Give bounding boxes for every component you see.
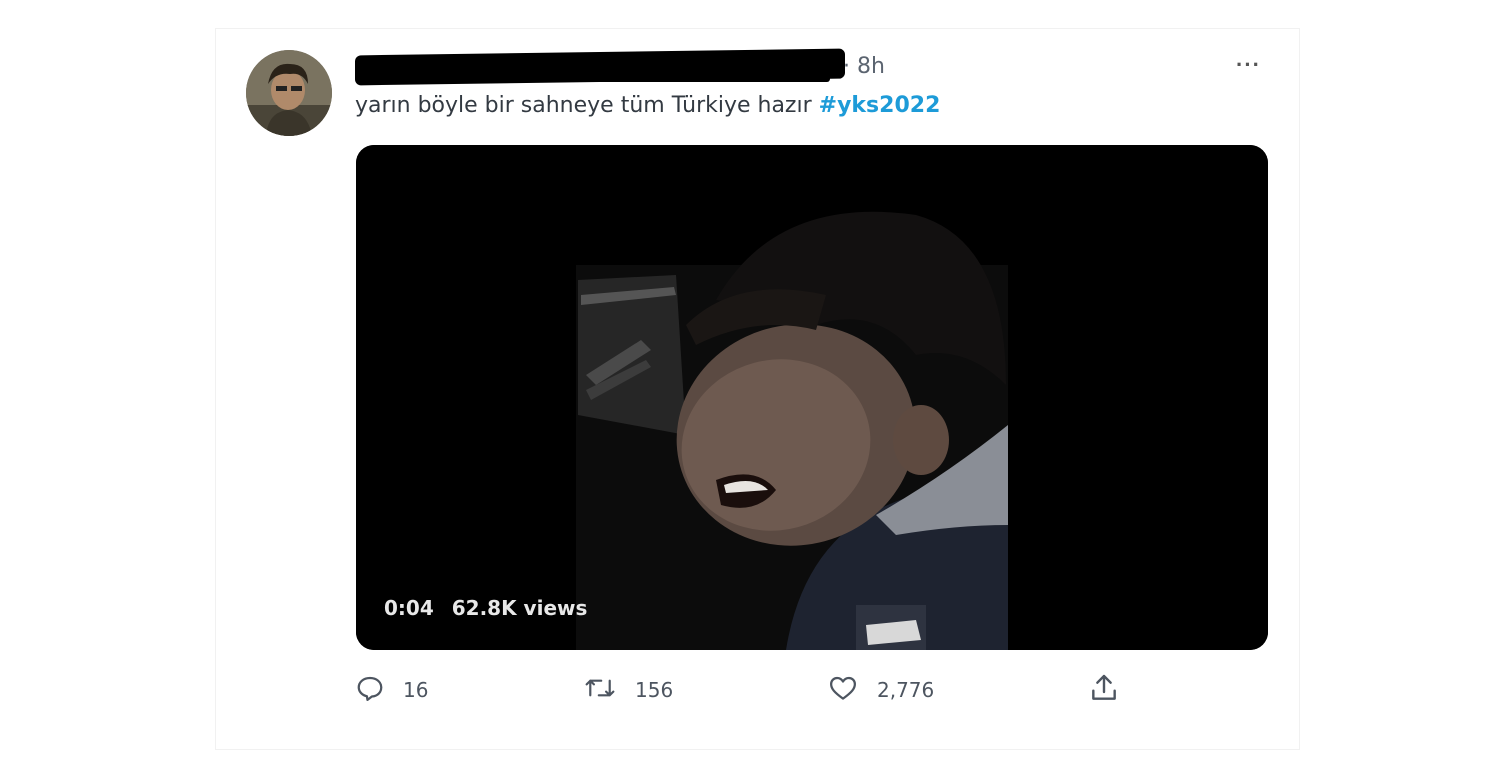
tweet-body: yarın böyle bir sahneye tüm Türkiye hazı…: [355, 93, 819, 118]
video-meta: 0:04 62.8K views: [384, 596, 587, 620]
retweet-icon: [583, 673, 617, 708]
video-views: 62.8K views: [451, 596, 588, 620]
avatar-image: [246, 50, 332, 136]
like-icon: [827, 673, 859, 708]
tweet-text: yarın böyle bir sahneye tüm Türkiye hazı…: [355, 93, 940, 118]
video-player[interactable]: 0:04 62.8K views: [356, 145, 1268, 650]
more-icon[interactable]: ···: [1236, 52, 1261, 78]
video-duration: 0:04: [384, 596, 434, 620]
video-frame: [356, 145, 1268, 650]
reply-button[interactable]: 16: [355, 672, 428, 708]
handle-redacted: [430, 58, 830, 82]
retweet-count: 156: [635, 678, 674, 702]
retweet-button[interactable]: 156: [583, 672, 673, 708]
reply-count: 16: [403, 678, 429, 702]
share-button[interactable]: [1088, 672, 1120, 708]
reply-icon: [355, 673, 385, 708]
hashtag-link[interactable]: #yks2022: [819, 93, 941, 118]
tweet-actions: 16 156 2,776: [355, 672, 1155, 712]
avatar[interactable]: [246, 50, 332, 136]
tweet-timestamp[interactable]: · 8h: [843, 54, 885, 79]
like-button[interactable]: 2,776: [827, 672, 934, 708]
like-count: 2,776: [877, 678, 935, 702]
share-icon: [1088, 672, 1120, 709]
